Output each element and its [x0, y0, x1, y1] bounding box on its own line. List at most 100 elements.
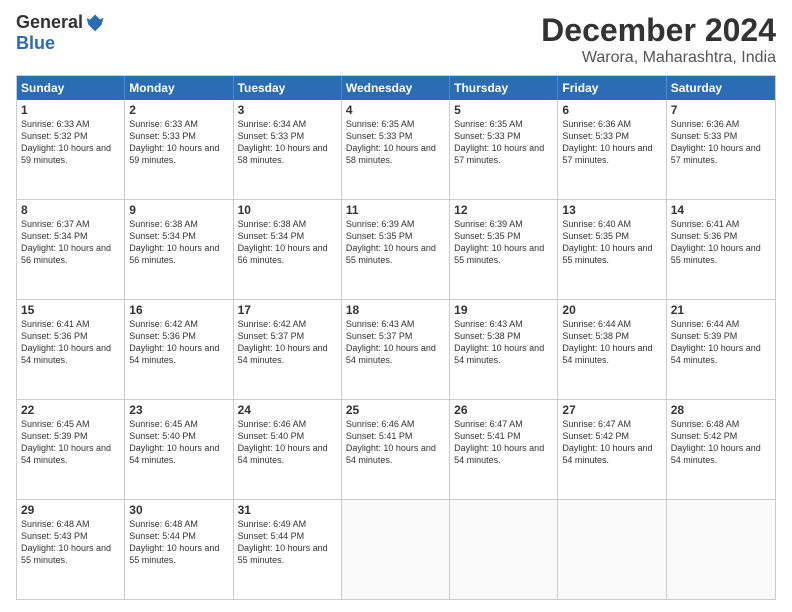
cal-cell: 5 Sunrise: 6:35 AMSunset: 5:33 PMDayligh… — [450, 100, 558, 199]
cell-info: Sunrise: 6:46 AMSunset: 5:40 PMDaylight:… — [238, 419, 328, 465]
cell-info: Sunrise: 6:39 AMSunset: 5:35 PMDaylight:… — [346, 219, 436, 265]
day-number: 20 — [562, 303, 661, 317]
cell-info: Sunrise: 6:44 AMSunset: 5:39 PMDaylight:… — [671, 319, 761, 365]
cal-cell — [342, 500, 450, 599]
cal-cell: 2 Sunrise: 6:33 AMSunset: 5:33 PMDayligh… — [125, 100, 233, 199]
cell-info: Sunrise: 6:42 AMSunset: 5:36 PMDaylight:… — [129, 319, 219, 365]
cell-info: Sunrise: 6:48 AMSunset: 5:43 PMDaylight:… — [21, 519, 111, 565]
cal-cell: 26 Sunrise: 6:47 AMSunset: 5:41 PMDaylig… — [450, 400, 558, 499]
calendar-body: 1 Sunrise: 6:33 AMSunset: 5:32 PMDayligh… — [17, 100, 775, 599]
logo: General Blue — [16, 12, 105, 54]
cal-cell: 15 Sunrise: 6:41 AMSunset: 5:36 PMDaylig… — [17, 300, 125, 399]
cal-cell: 3 Sunrise: 6:34 AMSunset: 5:33 PMDayligh… — [234, 100, 342, 199]
day-number: 11 — [346, 203, 445, 217]
cell-info: Sunrise: 6:36 AMSunset: 5:33 PMDaylight:… — [671, 119, 761, 165]
header: General Blue December 2024 Warora, Mahar… — [16, 12, 776, 67]
day-number: 22 — [21, 403, 120, 417]
cal-cell: 6 Sunrise: 6:36 AMSunset: 5:33 PMDayligh… — [558, 100, 666, 199]
cal-cell: 14 Sunrise: 6:41 AMSunset: 5:36 PMDaylig… — [667, 200, 775, 299]
day-number: 19 — [454, 303, 553, 317]
cal-row-4: 22 Sunrise: 6:45 AMSunset: 5:39 PMDaylig… — [17, 399, 775, 499]
header-monday: Monday — [125, 76, 233, 100]
cal-cell: 11 Sunrise: 6:39 AMSunset: 5:35 PMDaylig… — [342, 200, 450, 299]
day-number: 18 — [346, 303, 445, 317]
cell-info: Sunrise: 6:39 AMSunset: 5:35 PMDaylight:… — [454, 219, 544, 265]
cell-info: Sunrise: 6:41 AMSunset: 5:36 PMDaylight:… — [21, 319, 111, 365]
cell-info: Sunrise: 6:36 AMSunset: 5:33 PMDaylight:… — [562, 119, 652, 165]
cal-cell: 8 Sunrise: 6:37 AMSunset: 5:34 PMDayligh… — [17, 200, 125, 299]
header-thursday: Thursday — [450, 76, 558, 100]
day-number: 1 — [21, 103, 120, 117]
day-number: 2 — [129, 103, 228, 117]
logo-icon — [85, 13, 105, 33]
day-number: 3 — [238, 103, 337, 117]
cell-info: Sunrise: 6:43 AMSunset: 5:37 PMDaylight:… — [346, 319, 436, 365]
calendar: Sunday Monday Tuesday Wednesday Thursday… — [16, 75, 776, 600]
cal-cell: 29 Sunrise: 6:48 AMSunset: 5:43 PMDaylig… — [17, 500, 125, 599]
cal-cell: 30 Sunrise: 6:48 AMSunset: 5:44 PMDaylig… — [125, 500, 233, 599]
cal-cell: 18 Sunrise: 6:43 AMSunset: 5:37 PMDaylig… — [342, 300, 450, 399]
day-number: 14 — [671, 203, 771, 217]
cal-cell: 9 Sunrise: 6:38 AMSunset: 5:34 PMDayligh… — [125, 200, 233, 299]
cal-cell: 10 Sunrise: 6:38 AMSunset: 5:34 PMDaylig… — [234, 200, 342, 299]
cell-info: Sunrise: 6:45 AMSunset: 5:40 PMDaylight:… — [129, 419, 219, 465]
day-number: 30 — [129, 503, 228, 517]
cell-info: Sunrise: 6:38 AMSunset: 5:34 PMDaylight:… — [238, 219, 328, 265]
cell-info: Sunrise: 6:34 AMSunset: 5:33 PMDaylight:… — [238, 119, 328, 165]
cell-info: Sunrise: 6:35 AMSunset: 5:33 PMDaylight:… — [346, 119, 436, 165]
page: General Blue December 2024 Warora, Mahar… — [0, 0, 792, 612]
calendar-header: Sunday Monday Tuesday Wednesday Thursday… — [17, 76, 775, 100]
cal-cell: 27 Sunrise: 6:47 AMSunset: 5:42 PMDaylig… — [558, 400, 666, 499]
day-number: 4 — [346, 103, 445, 117]
cal-cell: 31 Sunrise: 6:49 AMSunset: 5:44 PMDaylig… — [234, 500, 342, 599]
cell-info: Sunrise: 6:40 AMSunset: 5:35 PMDaylight:… — [562, 219, 652, 265]
cal-cell: 21 Sunrise: 6:44 AMSunset: 5:39 PMDaylig… — [667, 300, 775, 399]
day-number: 26 — [454, 403, 553, 417]
cell-info: Sunrise: 6:48 AMSunset: 5:44 PMDaylight:… — [129, 519, 219, 565]
cell-info: Sunrise: 6:33 AMSunset: 5:32 PMDaylight:… — [21, 119, 111, 165]
cell-info: Sunrise: 6:38 AMSunset: 5:34 PMDaylight:… — [129, 219, 219, 265]
title-section: December 2024 Warora, Maharashtra, India — [541, 12, 776, 67]
cal-cell — [667, 500, 775, 599]
day-number: 27 — [562, 403, 661, 417]
cal-cell: 19 Sunrise: 6:43 AMSunset: 5:38 PMDaylig… — [450, 300, 558, 399]
cell-info: Sunrise: 6:42 AMSunset: 5:37 PMDaylight:… — [238, 319, 328, 365]
logo-blue-text: Blue — [16, 33, 55, 54]
cal-row-5: 29 Sunrise: 6:48 AMSunset: 5:43 PMDaylig… — [17, 499, 775, 599]
cell-info: Sunrise: 6:37 AMSunset: 5:34 PMDaylight:… — [21, 219, 111, 265]
cell-info: Sunrise: 6:45 AMSunset: 5:39 PMDaylight:… — [21, 419, 111, 465]
cal-row-3: 15 Sunrise: 6:41 AMSunset: 5:36 PMDaylig… — [17, 299, 775, 399]
location: Warora, Maharashtra, India — [541, 49, 776, 67]
cal-cell: 16 Sunrise: 6:42 AMSunset: 5:36 PMDaylig… — [125, 300, 233, 399]
header-saturday: Saturday — [667, 76, 775, 100]
cal-cell — [450, 500, 558, 599]
day-number: 16 — [129, 303, 228, 317]
cal-cell: 7 Sunrise: 6:36 AMSunset: 5:33 PMDayligh… — [667, 100, 775, 199]
day-number: 6 — [562, 103, 661, 117]
cell-info: Sunrise: 6:41 AMSunset: 5:36 PMDaylight:… — [671, 219, 761, 265]
cal-cell: 22 Sunrise: 6:45 AMSunset: 5:39 PMDaylig… — [17, 400, 125, 499]
cell-info: Sunrise: 6:49 AMSunset: 5:44 PMDaylight:… — [238, 519, 328, 565]
cal-cell: 25 Sunrise: 6:46 AMSunset: 5:41 PMDaylig… — [342, 400, 450, 499]
cal-cell: 23 Sunrise: 6:45 AMSunset: 5:40 PMDaylig… — [125, 400, 233, 499]
header-sunday: Sunday — [17, 76, 125, 100]
day-number: 25 — [346, 403, 445, 417]
day-number: 7 — [671, 103, 771, 117]
cal-cell: 28 Sunrise: 6:48 AMSunset: 5:42 PMDaylig… — [667, 400, 775, 499]
cell-info: Sunrise: 6:43 AMSunset: 5:38 PMDaylight:… — [454, 319, 544, 365]
day-number: 5 — [454, 103, 553, 117]
day-number: 21 — [671, 303, 771, 317]
cal-row-2: 8 Sunrise: 6:37 AMSunset: 5:34 PMDayligh… — [17, 199, 775, 299]
header-wednesday: Wednesday — [342, 76, 450, 100]
cell-info: Sunrise: 6:46 AMSunset: 5:41 PMDaylight:… — [346, 419, 436, 465]
cell-info: Sunrise: 6:47 AMSunset: 5:41 PMDaylight:… — [454, 419, 544, 465]
cal-row-1: 1 Sunrise: 6:33 AMSunset: 5:32 PMDayligh… — [17, 100, 775, 199]
day-number: 29 — [21, 503, 120, 517]
day-number: 8 — [21, 203, 120, 217]
cal-cell: 4 Sunrise: 6:35 AMSunset: 5:33 PMDayligh… — [342, 100, 450, 199]
cell-info: Sunrise: 6:33 AMSunset: 5:33 PMDaylight:… — [129, 119, 219, 165]
cal-cell: 24 Sunrise: 6:46 AMSunset: 5:40 PMDaylig… — [234, 400, 342, 499]
header-tuesday: Tuesday — [234, 76, 342, 100]
day-number: 12 — [454, 203, 553, 217]
cal-cell: 12 Sunrise: 6:39 AMSunset: 5:35 PMDaylig… — [450, 200, 558, 299]
